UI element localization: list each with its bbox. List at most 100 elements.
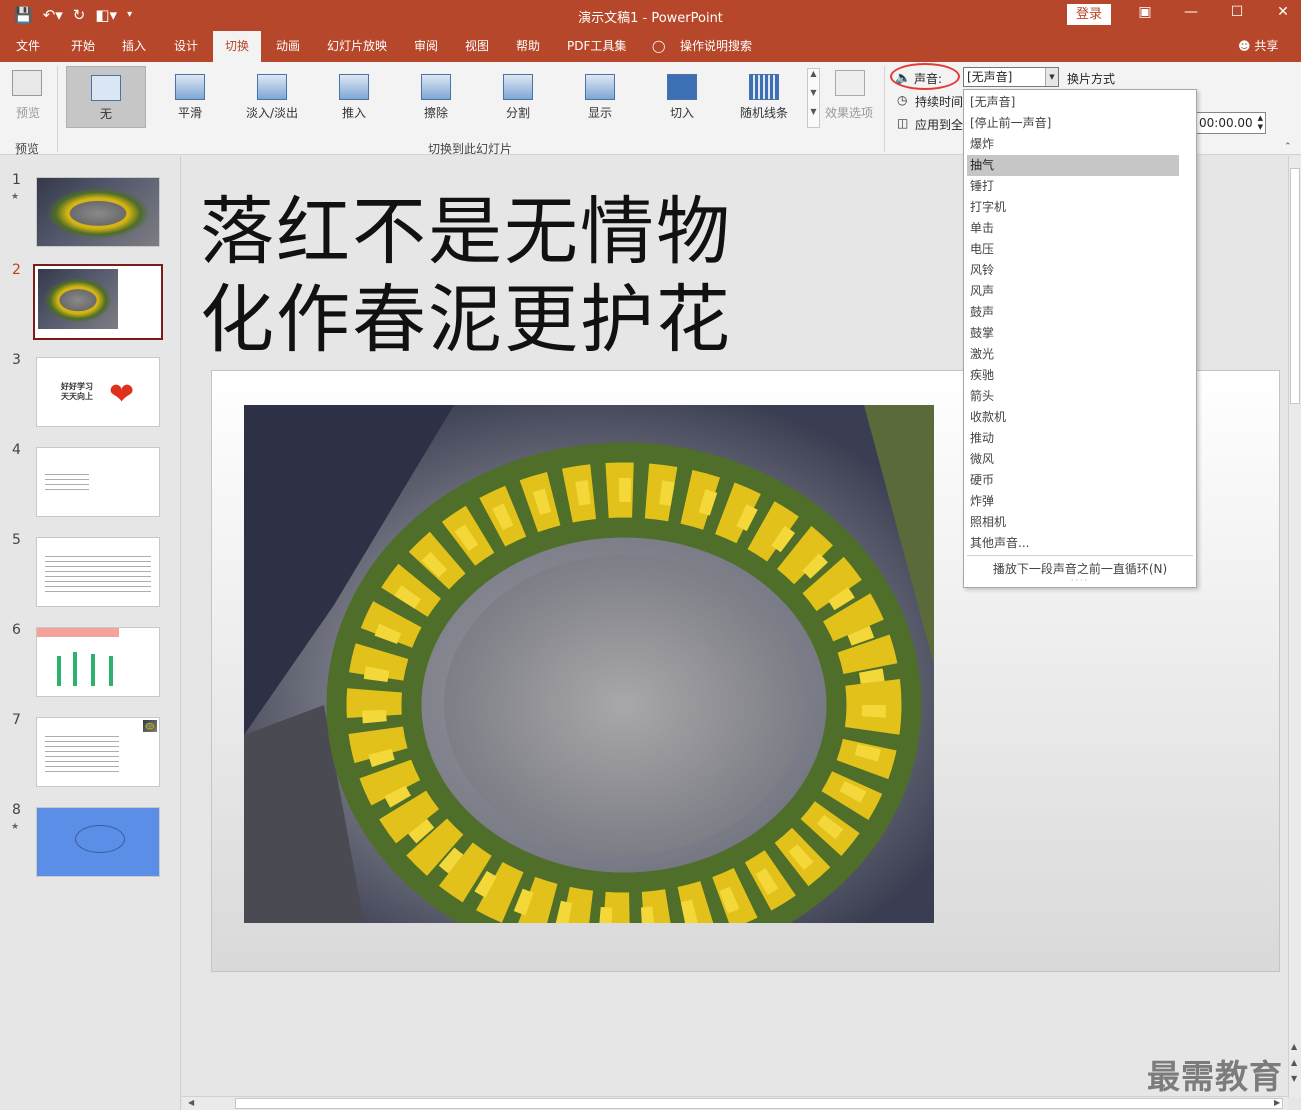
slide-thumbnail-2[interactable] bbox=[33, 264, 163, 340]
tab-insert[interactable]: 插入 bbox=[122, 31, 146, 62]
login-button[interactable]: 登录 bbox=[1067, 4, 1111, 25]
transition-split-icon bbox=[503, 74, 533, 100]
slide-thumbnail-6[interactable] bbox=[36, 627, 160, 697]
sound-option-laser[interactable]: 激光 bbox=[967, 344, 1179, 365]
sound-option-chime[interactable]: 风铃 bbox=[967, 260, 1179, 281]
after-time-input[interactable]: 00:00.00 ▲ ▼ bbox=[1196, 112, 1266, 134]
thumbnail-text-lines bbox=[45, 470, 89, 494]
prev-slide-icon[interactable]: ▲ bbox=[1291, 1058, 1297, 1067]
flower-wreath-photo[interactable] bbox=[244, 405, 934, 923]
sound-option-bomb[interactable]: 炸弹 bbox=[967, 491, 1179, 512]
gallery-down-icon[interactable]: ▼ bbox=[808, 88, 819, 97]
horizontal-scroll-thumb[interactable] bbox=[235, 1098, 1283, 1109]
advance-slide-label: 换片方式 bbox=[1067, 72, 1116, 86]
sound-option-breeze[interactable]: 微风 bbox=[967, 449, 1179, 470]
transition-reveal[interactable]: 显示 bbox=[560, 66, 640, 128]
sound-option-gasp[interactable]: 抽气 bbox=[967, 155, 1179, 176]
transition-reveal-icon bbox=[585, 74, 615, 100]
transition-none[interactable]: 无 bbox=[66, 66, 146, 128]
sound-option-coin[interactable]: 硬币 bbox=[967, 470, 1179, 491]
transition-random-bars[interactable]: 随机线条 bbox=[724, 66, 804, 128]
sound-option-drum-roll[interactable]: 鼓声 bbox=[967, 302, 1179, 323]
slide-thumbnail-1[interactable] bbox=[36, 177, 160, 247]
group-separator bbox=[57, 66, 58, 152]
sound-option-whoosh[interactable]: 疾驰 bbox=[967, 365, 1179, 386]
maximize-icon[interactable]: ☐ bbox=[1222, 4, 1252, 20]
ribbon-display-icon[interactable]: ▣ bbox=[1130, 4, 1160, 20]
transition-random-bars-icon bbox=[749, 74, 779, 100]
horizontal-scrollbar[interactable]: ◀ ▶ bbox=[182, 1096, 1288, 1110]
transition-none-icon bbox=[91, 75, 121, 101]
tab-transitions[interactable]: 切换 bbox=[213, 31, 261, 62]
tab-design[interactable]: 设计 bbox=[174, 31, 198, 62]
resize-grip-icon[interactable]: ···· bbox=[964, 576, 1196, 585]
spinner-icon[interactable]: ▲ ▼ bbox=[1258, 114, 1263, 132]
effect-options-button[interactable]: 效果选项 bbox=[825, 104, 873, 121]
sound-select-value: [无声音] bbox=[967, 70, 1013, 84]
sound-option-arrow[interactable]: 箭头 bbox=[967, 386, 1179, 407]
heart-icon: ❤ bbox=[109, 377, 135, 412]
sound-option-none[interactable]: [无声音] bbox=[967, 92, 1179, 113]
sound-option-typewriter[interactable]: 打字机 bbox=[967, 197, 1179, 218]
transition-cut-icon bbox=[667, 74, 697, 100]
slide-title[interactable]: 落红不是无情物 化作春泥更护花 bbox=[200, 188, 732, 364]
sound-option-hammer[interactable]: 锤打 bbox=[967, 176, 1179, 197]
tab-view[interactable]: 视图 bbox=[465, 31, 489, 62]
slide-number: 7 bbox=[12, 712, 21, 728]
watermark: 最需教育 bbox=[1147, 1057, 1283, 1096]
slide-thumbnail-3[interactable]: 好好学习 天天向上 ❤ bbox=[36, 357, 160, 427]
tab-pdf-tools[interactable]: PDF工具集 bbox=[567, 31, 626, 62]
sound-option-click[interactable]: 单击 bbox=[967, 218, 1179, 239]
sound-option-applause[interactable]: 鼓掌 bbox=[967, 323, 1179, 344]
slide-number: 3 bbox=[12, 352, 21, 368]
sound-option-voltage[interactable]: 电压 bbox=[967, 239, 1179, 260]
sound-option-other[interactable]: 其他声音... bbox=[967, 533, 1179, 554]
sound-option-camera[interactable]: 照相机 bbox=[967, 512, 1179, 533]
close-icon[interactable]: ✕ bbox=[1268, 4, 1298, 20]
tab-slideshow[interactable]: 幻灯片放映 bbox=[327, 31, 387, 62]
slide-thumbnail-8[interactable] bbox=[36, 807, 160, 877]
scroll-up-icon[interactable]: ▲ bbox=[1291, 1042, 1297, 1051]
tab-review[interactable]: 审阅 bbox=[414, 31, 438, 62]
collapse-ribbon-icon[interactable]: ⌃ bbox=[1284, 142, 1292, 152]
gallery-up-icon[interactable]: ▲ bbox=[808, 69, 819, 78]
sound-select[interactable]: [无声音] ▼ bbox=[963, 67, 1059, 87]
tell-me-search[interactable]: 操作说明搜索 bbox=[680, 31, 752, 62]
vertical-scroll-thumb[interactable] bbox=[1290, 168, 1300, 404]
vertical-scrollbar[interactable]: ▲ ▲ ▼ bbox=[1288, 156, 1301, 1098]
title-bar: 💾 ↶▾ ↻ ◧▾ ▾ 演示文稿1 - PowerPoint 登录 ▣ — ☐ … bbox=[0, 0, 1301, 31]
thumbnail-text-lines bbox=[45, 552, 151, 596]
transition-cut[interactable]: 切入 bbox=[642, 66, 722, 128]
loop-until-next-sound-option[interactable]: 播放下一段声音之前一直循环(N) bbox=[964, 560, 1196, 577]
chevron-down-icon[interactable]: ▼ bbox=[1045, 68, 1058, 86]
transition-wipe[interactable]: 擦除 bbox=[396, 66, 476, 128]
sound-option-wind[interactable]: 风声 bbox=[967, 281, 1179, 302]
share-button[interactable]: ☻ 共享 bbox=[1238, 31, 1278, 62]
sound-option-cash-register[interactable]: 收款机 bbox=[967, 407, 1179, 428]
gallery-more-icon[interactable]: ▼ bbox=[808, 107, 819, 116]
slide-thumbnail-4[interactable] bbox=[36, 447, 160, 517]
transition-push[interactable]: 推入 bbox=[314, 66, 394, 128]
sound-option-stop-previous[interactable]: [停止前一声音] bbox=[967, 113, 1179, 134]
scroll-left-icon[interactable]: ◀ bbox=[188, 1098, 194, 1107]
scroll-right-icon[interactable]: ▶ bbox=[1274, 1098, 1280, 1107]
gallery-scroll[interactable]: ▲ ▼ ▼ bbox=[807, 68, 820, 128]
slide-thumbnail-7[interactable] bbox=[36, 717, 160, 787]
lightbulb-icon: ◯ bbox=[652, 39, 666, 53]
effect-options-icon[interactable] bbox=[835, 70, 865, 96]
sound-option-push[interactable]: 推动 bbox=[967, 428, 1179, 449]
transition-split[interactable]: 分割 bbox=[478, 66, 558, 128]
transition-morph[interactable]: 平滑 bbox=[150, 66, 230, 128]
minimize-icon[interactable]: — bbox=[1176, 4, 1206, 20]
slide-thumbnail-5[interactable] bbox=[36, 537, 160, 607]
apply-to-all-button[interactable]: 应用到全 bbox=[915, 116, 963, 133]
sound-option-explosion[interactable]: 爆炸 bbox=[967, 134, 1179, 155]
tab-home[interactable]: 开始 bbox=[71, 31, 95, 62]
tab-file[interactable]: 文件 bbox=[16, 31, 40, 62]
preview-button[interactable]: 预览 bbox=[16, 104, 40, 121]
preview-icon[interactable] bbox=[12, 70, 42, 96]
next-slide-icon[interactable]: ▼ bbox=[1291, 1074, 1297, 1083]
transition-fade[interactable]: 淡入/淡出 bbox=[232, 66, 312, 128]
tab-animations[interactable]: 动画 bbox=[276, 31, 300, 62]
tab-help[interactable]: 帮助 bbox=[516, 31, 540, 62]
